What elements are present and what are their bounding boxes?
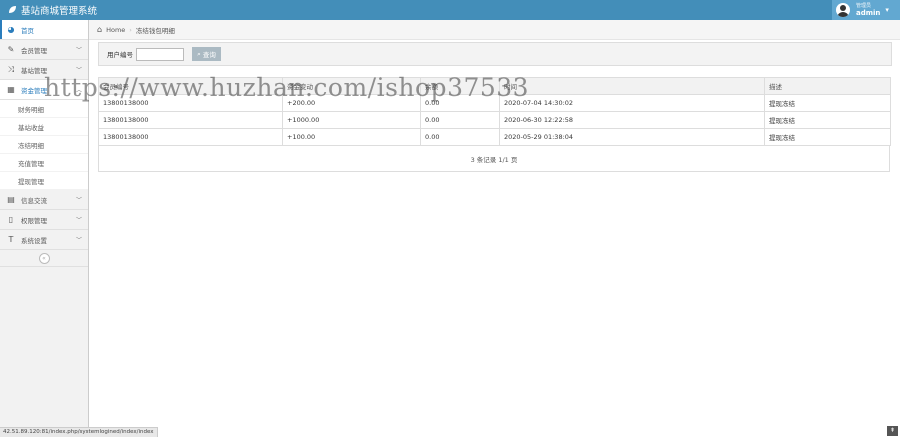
table-cell: 0.00 (420, 111, 500, 129)
table-row: 13800138000 +1000.00 0.00 2020-06-30 12:… (98, 111, 891, 129)
search-button[interactable]: ⌕ 查询 (192, 47, 221, 61)
top-navbar: 基站商城管理系统 管理员 admin ▾ (0, 0, 900, 20)
caret-down-icon: ▾ (885, 6, 889, 14)
scroll-top-icon[interactable]: ⇞ (887, 426, 898, 436)
breadcrumb-current: 冻结钱包明细 (135, 26, 175, 35)
column-header: 资金变动 (282, 77, 421, 95)
breadcrumb: ⌂ Home › 冻结钱包明细 (89, 20, 900, 40)
calendar-icon: ▦ (7, 85, 15, 94)
text-icon: T (8, 235, 14, 244)
main-content: ⌂ Home › 冻结钱包明细 用户编号 ⌕ 查询 会员编号 资金变动 余额 时… (89, 20, 900, 437)
table-cell: 提现冻结 (764, 94, 891, 112)
chevron-down-icon: ﹀ (75, 197, 82, 204)
sidebar-item-stations[interactable]: ⤨ 基站管理 ﹀ (0, 60, 88, 80)
table-cell: 13800138000 (98, 111, 283, 129)
tachometer-icon: ◕ (7, 25, 15, 34)
table-cell: 13800138000 (98, 94, 283, 112)
list-icon: ▤ (7, 195, 15, 204)
breadcrumb-separator: › (129, 25, 132, 34)
submenu-item-station-income[interactable]: 基站收益 (0, 118, 88, 136)
table-cell: 0.00 (420, 128, 500, 146)
brand[interactable]: 基站商城管理系统 (8, 3, 97, 17)
column-header: 时间 (499, 77, 765, 95)
sidebar-item-label: 会员管理 (21, 46, 47, 55)
filter-bar: 用户编号 ⌕ 查询 (98, 42, 892, 66)
sidebar-submenu: 财务明细 基站收益 冻结明细 充值管理 提现管理 (0, 100, 88, 190)
table-cell: +1000.00 (282, 111, 421, 129)
sidebar-item-messages[interactable]: ▤ 信息交流 ﹀ (0, 190, 88, 210)
user-id-input[interactable] (136, 47, 184, 61)
submenu-item-withdraw[interactable]: 提现管理 (0, 172, 88, 190)
column-header: 描述 (764, 77, 891, 95)
search-icon: ⌕ (197, 49, 201, 58)
chevron-down-icon: ﹀ (75, 47, 82, 54)
table-cell: 提现冻结 (764, 111, 891, 129)
sidebar: ◕ 首页 ✎ 会员管理 ﹀ ⤨ 基站管理 ﹀ ▦ 资金管理 ︿ 财务明细 基站收… (0, 20, 89, 437)
chevron-down-icon: ﹀ (75, 217, 82, 224)
table-cell: 提现冻结 (764, 128, 891, 146)
chevron-up-icon: ︿ (75, 87, 82, 94)
table-row: 13800138000 +200.00 0.00 2020-07-04 14:3… (98, 94, 891, 112)
sidebar-item-members[interactable]: ✎ 会员管理 ﹀ (0, 40, 88, 60)
table-cell: 0.00 (420, 94, 500, 112)
table-row: 13800138000 +100.00 0.00 2020-05-29 01:3… (98, 128, 891, 146)
table-cell: 2020-07-04 14:30:02 (499, 94, 765, 112)
sidebar-item-home[interactable]: ◕ 首页 (0, 20, 88, 40)
leaf-icon (9, 6, 16, 13)
column-header: 会员编号 (98, 77, 283, 95)
records-table: 会员编号 资金变动 余额 时间 描述 13800138000 +200.00 0… (98, 77, 891, 172)
column-header: 余额 (420, 77, 500, 95)
sidebar-item-funds[interactable]: ▦ 资金管理 ︿ (0, 80, 88, 100)
submenu-item-finance-details[interactable]: 财务明细 (0, 100, 88, 118)
table-cell: 2020-05-29 01:38:04 (499, 128, 765, 146)
status-bar-url: 42.51.89.120:81/index.php/systemlogined/… (0, 427, 158, 437)
file-icon: ▯ (8, 215, 14, 224)
table-cell: 13800138000 (98, 128, 283, 146)
submenu-item-recharge[interactable]: 充值管理 (0, 154, 88, 172)
sidebar-item-label: 资金管理 (21, 86, 47, 95)
search-button-label: 查询 (202, 51, 216, 59)
random-icon: ⤨ (7, 64, 15, 74)
sidebar-item-permissions[interactable]: ▯ 权限管理 ﹀ (0, 210, 88, 230)
home-icon: ⌂ (97, 25, 103, 34)
user-name: admin (856, 9, 881, 17)
user-role: 管理员 (856, 3, 872, 9)
sidebar-collapse: « (0, 250, 88, 267)
submenu-item-frozen-details[interactable]: 冻结明细 (0, 136, 88, 154)
table-cell: +100.00 (282, 128, 421, 146)
table-cell: 2020-06-30 12:22:58 (499, 111, 765, 129)
brand-title: 基站商城管理系统 (21, 6, 98, 17)
user-id-label: 用户编号 (107, 51, 133, 59)
chevron-down-icon: ﹀ (75, 237, 82, 244)
table-header-row: 会员编号 资金变动 余额 时间 描述 (98, 77, 891, 95)
sidebar-item-label: 基站管理 (21, 66, 47, 75)
sidebar-item-label: 系统设置 (21, 236, 47, 245)
sidebar-item-label: 首页 (21, 26, 34, 35)
user-menu[interactable]: 管理员 admin ▾ (832, 0, 900, 20)
sidebar-item-settings[interactable]: T 系统设置 ﹀ (0, 230, 88, 250)
table-cell: +200.00 (282, 94, 421, 112)
pagination-info: 3 条记录 1/1 页 (98, 146, 890, 172)
sidebar-item-label: 权限管理 (21, 216, 47, 225)
collapse-icon[interactable]: « (38, 252, 50, 264)
sidebar-item-label: 信息交流 (21, 196, 47, 205)
avatar (836, 3, 850, 17)
edit-icon: ✎ (7, 45, 15, 54)
chevron-down-icon: ﹀ (75, 67, 82, 74)
breadcrumb-home[interactable]: Home (106, 26, 125, 34)
